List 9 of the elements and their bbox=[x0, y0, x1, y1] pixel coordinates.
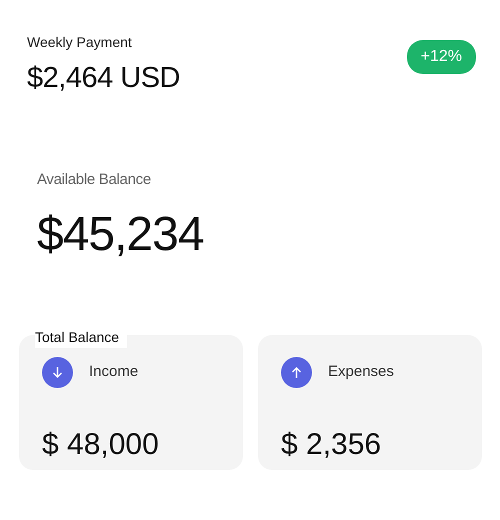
change-badge: +12% bbox=[406, 40, 476, 74]
card-label: Expenses bbox=[328, 362, 394, 382]
payment-label: Weekly Payment bbox=[27, 33, 133, 52]
payment-amount: $2,464 USD bbox=[27, 61, 180, 96]
balance-label: Available Balance bbox=[37, 170, 152, 190]
card-amount: $ 2,356 bbox=[281, 427, 382, 463]
card-label: Income bbox=[89, 362, 138, 382]
balance-amount: $45,234 bbox=[37, 207, 205, 263]
card-amount: $ 48,000 bbox=[42, 427, 160, 463]
